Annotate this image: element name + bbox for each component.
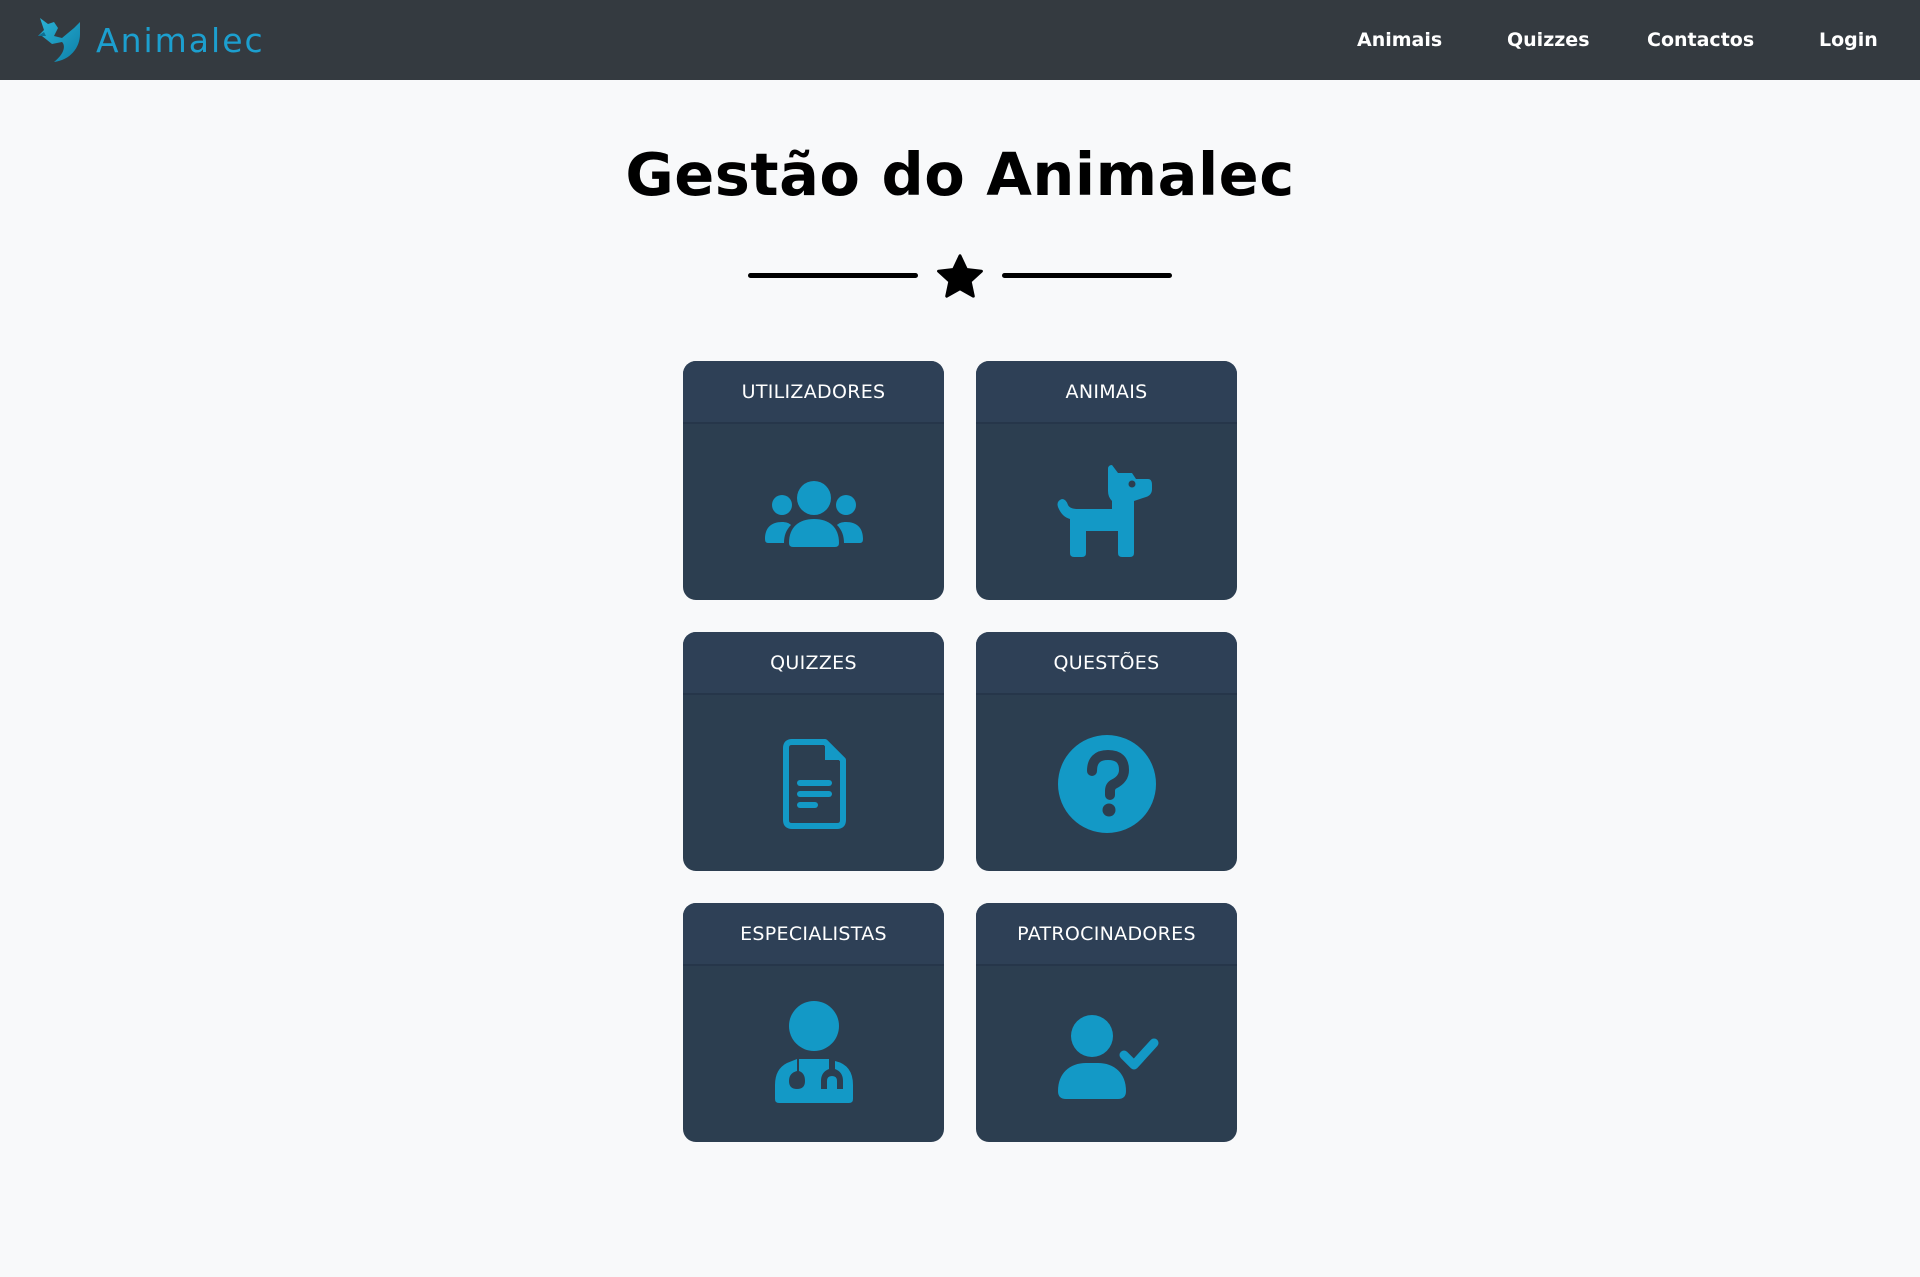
- card-body: [683, 424, 944, 600]
- nav-link-login[interactable]: Login: [1819, 29, 1878, 51]
- doctor-icon: [774, 1001, 853, 1103]
- nav-link-quizzes[interactable]: Quizzes: [1507, 29, 1590, 51]
- card-header: PATROCINADORES: [976, 903, 1237, 966]
- card-header: QUIZZES: [683, 632, 944, 695]
- card-header: ESPECIALISTAS: [683, 903, 944, 966]
- card-quizzes[interactable]: QUIZZES: [683, 632, 944, 871]
- card-title: PATROCINADORES: [1017, 922, 1196, 945]
- card-title: ESPECIALISTAS: [740, 922, 887, 945]
- brand-link[interactable]: Animalec: [34, 14, 265, 66]
- user-check-icon: [1057, 1015, 1158, 1099]
- card-body: [976, 695, 1237, 871]
- card-patrocinadores[interactable]: PATROCINADORES: [976, 903, 1237, 1142]
- top-navbar: Animalec Animais Quizzes Contactos Login: [0, 0, 1920, 80]
- fox-logo-icon: [38, 18, 80, 62]
- document-icon: [782, 739, 846, 829]
- brand-name: Animalec: [96, 20, 265, 60]
- divider-line-right: [1002, 273, 1172, 278]
- page-title: Gestão do Animalec: [625, 140, 1295, 209]
- card-title: QUESTÕES: [1053, 651, 1160, 674]
- card-utilizadores[interactable]: UTILIZADORES: [683, 361, 944, 600]
- dog-icon: [1057, 465, 1152, 557]
- card-header: UTILIZADORES: [683, 361, 944, 424]
- question-circle-icon: [1057, 735, 1156, 833]
- nav-link-contactos[interactable]: Contactos: [1647, 29, 1754, 51]
- card-questoes[interactable]: QUESTÕES: [976, 632, 1237, 871]
- card-title: ANIMAIS: [1065, 380, 1148, 403]
- users-icon: [764, 481, 863, 547]
- nav-link-animais[interactable]: Animais: [1357, 29, 1442, 51]
- card-body: [683, 966, 944, 1142]
- card-body: [683, 695, 944, 871]
- card-body: [976, 966, 1237, 1142]
- star-icon: [937, 254, 983, 298]
- card-header: QUESTÕES: [976, 632, 1237, 695]
- card-header: ANIMAIS: [976, 361, 1237, 424]
- card-title: UTILIZADORES: [741, 380, 886, 403]
- card-body: [976, 424, 1237, 600]
- card-especialistas[interactable]: ESPECIALISTAS: [683, 903, 944, 1142]
- divider-line-left: [748, 273, 918, 278]
- card-title: QUIZZES: [770, 651, 857, 674]
- card-animais[interactable]: ANIMAIS: [976, 361, 1237, 600]
